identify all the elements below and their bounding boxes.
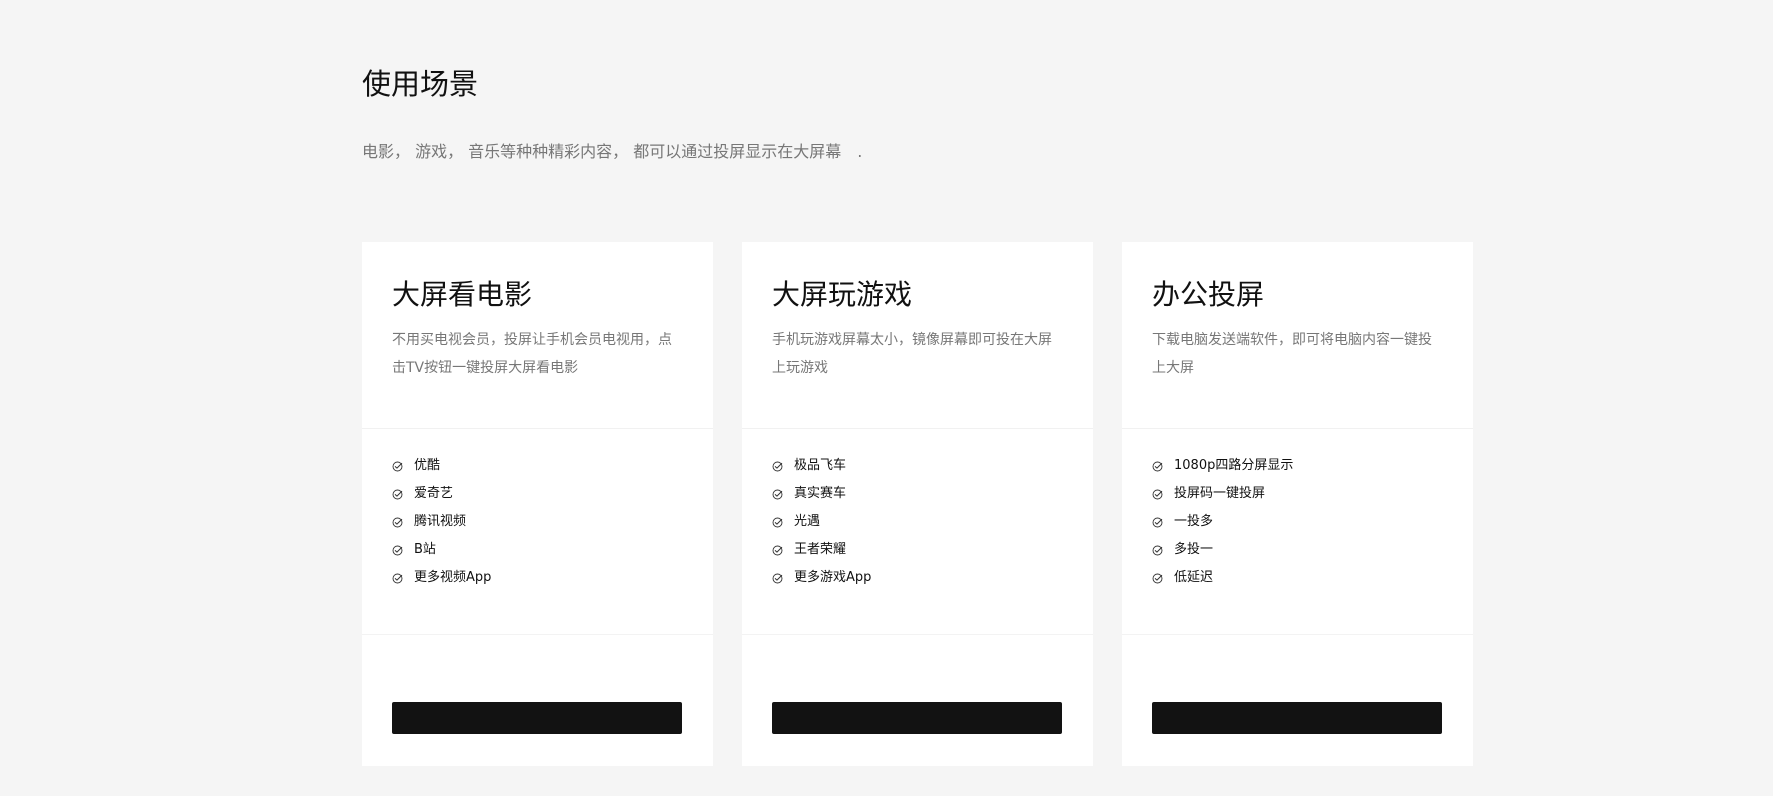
feature-label: 真实赛车 xyxy=(794,486,847,501)
feature-item: 王者荣耀 xyxy=(772,536,1063,564)
feature-item: 一投多 xyxy=(1152,508,1443,536)
card-header: 办公投屏 下载电脑发送端软件，即可将电脑内容一键投上大屏 xyxy=(1122,242,1473,429)
circle-check-icon xyxy=(1152,517,1163,528)
feature-label: 1080p四路分屏显示 xyxy=(1174,458,1294,473)
card-action-button[interactable] xyxy=(772,702,1062,734)
feature-label: 光遇 xyxy=(794,514,821,529)
feature-list: 优酷爱奇艺腾讯视频 B站更多视频App xyxy=(392,452,683,592)
feature-label: 腾讯视频 xyxy=(414,514,467,529)
card-action-button[interactable] xyxy=(1152,702,1442,734)
page-subtitle: 电影， 游戏， 音乐等种种精彩内容， 都可以通过投屏显示在大屏幕 . xyxy=(362,142,863,161)
feature-item: 优酷 xyxy=(392,452,683,480)
feature-item: 极品飞车 xyxy=(772,452,1063,480)
card-games: 大屏玩游戏 手机玩游戏屏幕太小，镜像屏幕即可投在大屏上玩游戏 极品飞车真实赛车光… xyxy=(742,242,1093,766)
circle-check-icon xyxy=(772,489,783,500)
page-title: 使用场景 xyxy=(362,67,479,101)
feature-item: 腾讯视频 xyxy=(392,508,683,536)
circle-check-icon xyxy=(392,461,403,472)
card-title: 办公投屏 xyxy=(1152,278,1265,311)
card-movie: 大屏看电影 不用买电视会员，投屏让手机会员电视用，点击TV按钮一键投屏大屏看电影… xyxy=(362,242,713,766)
feature-label: 王者荣耀 xyxy=(794,542,847,557)
feature-item: 投屏码一键投屏 xyxy=(1152,480,1443,508)
circle-check-icon xyxy=(392,573,403,584)
circle-check-icon xyxy=(772,545,783,556)
circle-check-icon xyxy=(392,545,403,556)
feature-item: 爱奇艺 xyxy=(392,480,683,508)
feature-list: 极品飞车真实赛车光遇王者荣耀更多游戏App xyxy=(772,452,1063,592)
feature-item: 光遇 xyxy=(772,508,1063,536)
card-action-button[interactable] xyxy=(392,702,682,734)
feature-label: 一投多 xyxy=(1174,514,1214,529)
circle-check-icon xyxy=(1152,573,1163,584)
feature-label: 更多游戏App xyxy=(794,570,872,585)
card-header: 大屏看电影 不用买电视会员，投屏让手机会员电视用，点击TV按钮一键投屏大屏看电影 xyxy=(362,242,713,429)
card-header: 大屏玩游戏 手机玩游戏屏幕太小，镜像屏幕即可投在大屏上玩游戏 xyxy=(742,242,1093,429)
card-description: 手机玩游戏屏幕太小，镜像屏幕即可投在大屏上玩游戏 xyxy=(772,332,1052,376)
feature-label: 投屏码一键投屏 xyxy=(1174,486,1266,501)
card-divider xyxy=(742,634,1093,635)
feature-label: 更多视频App xyxy=(414,570,492,585)
card-title: 大屏玩游戏 xyxy=(772,278,913,311)
feature-label: 多投一 xyxy=(1174,542,1214,557)
feature-item: B站 xyxy=(392,536,683,564)
card-description: 不用买电视会员，投屏让手机会员电视用，点击TV按钮一键投屏大屏看电影 xyxy=(392,332,672,376)
scenario-cards: 大屏看电影 不用买电视会员，投屏让手机会员电视用，点击TV按钮一键投屏大屏看电影… xyxy=(362,242,1473,766)
circle-check-icon xyxy=(1152,461,1163,472)
card-office: 办公投屏 下载电脑发送端软件，即可将电脑内容一键投上大屏 1080p四路分屏显示… xyxy=(1122,242,1473,766)
circle-check-icon xyxy=(1152,545,1163,556)
circle-check-icon xyxy=(772,461,783,472)
feature-item: 更多游戏App xyxy=(772,564,1063,592)
feature-item: 真实赛车 xyxy=(772,480,1063,508)
circle-check-icon xyxy=(772,517,783,528)
circle-check-icon xyxy=(392,517,403,528)
circle-check-icon xyxy=(772,573,783,584)
feature-label: 极品飞车 xyxy=(794,458,847,473)
card-divider xyxy=(1122,634,1473,635)
feature-label: 低延迟 xyxy=(1174,570,1214,585)
card-divider xyxy=(362,634,713,635)
circle-check-icon xyxy=(392,489,403,500)
feature-item: 多投一 xyxy=(1152,536,1443,564)
feature-item: 1080p四路分屏显示 xyxy=(1152,452,1443,480)
circle-check-icon xyxy=(1152,489,1163,500)
card-title: 大屏看电影 xyxy=(392,278,533,311)
feature-item: 低延迟 xyxy=(1152,564,1443,592)
feature-label: 爱奇艺 xyxy=(414,486,454,501)
feature-list: 1080p四路分屏显示 投屏码一键投屏 一投多多投一低延迟 xyxy=(1152,452,1443,592)
feature-label: 优酷 xyxy=(414,458,441,473)
card-description: 下载电脑发送端软件，即可将电脑内容一键投上大屏 xyxy=(1152,332,1432,376)
feature-label: B站 xyxy=(414,542,436,557)
feature-item: 更多视频App xyxy=(392,564,683,592)
